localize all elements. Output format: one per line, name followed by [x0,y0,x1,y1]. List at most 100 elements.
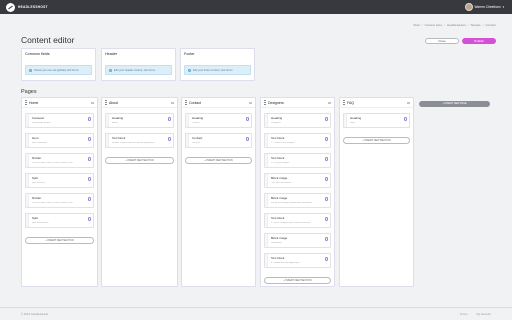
drag-handle-icon[interactable] [185,100,187,105]
header-card[interactable]: Header i Edit your header content, site f… [101,48,176,81]
gear-icon[interactable] [87,137,91,141]
drag-handle-icon[interactable] [105,100,107,105]
gear-icon[interactable] [324,117,328,121]
breadcrumb-item[interactable]: Sample [470,23,480,27]
gear-icon[interactable] [87,217,91,221]
gear-icon[interactable] [245,117,249,121]
section-card[interactable]: Divider Use this when 'Hero' is not as wi… [25,153,94,168]
section-subtitle: Dashboard [271,242,282,244]
drag-handle-icon[interactable] [343,100,345,105]
section-card[interactable]: Split Split services [25,173,94,188]
breadcrumb-item[interactable]: Content sites [425,23,443,27]
footer-card[interactable]: Footer i Edit your footer content, site f… [180,48,255,81]
section-card[interactable]: Heading Designers [264,113,331,128]
publish-button[interactable]: Publish [462,38,496,44]
section-subtitle: Hero statement [32,142,47,144]
footer-link-terms[interactable]: Terms [460,312,468,316]
column-title: Designers [268,100,284,105]
insert-section-button[interactable]: + INSERT NEW SECTION [25,237,94,244]
section-card[interactable]: Split Split testimonials [25,213,94,228]
card-title: Common fields [25,52,50,56]
more-menu-icon[interactable]: ••• [328,100,332,105]
insert-section-button[interactable]: + INSERT NEW SECTION [105,157,174,164]
info-banner: i Edit your footer content, site forms [184,65,251,75]
insert-section-button[interactable]: + INSERT NEW SECTION [264,277,331,284]
column-header: Home ••• [22,98,97,108]
footer: © 2019 HeadlessHost Terms My Account [0,307,512,320]
section-subtitle: Use this when 'Hero' is not as wide as t… [32,202,73,204]
more-menu-icon[interactable]: ••• [91,100,95,105]
gear-icon[interactable] [87,117,91,121]
more-menu-icon[interactable]: ••• [407,100,411,105]
section-title: Block image [271,176,288,180]
gear-icon[interactable] [167,137,171,141]
card-title: Header [105,52,118,56]
section-card[interactable]: Text block 4. Submit the new app/project [264,253,331,268]
common-fields-card[interactable]: Common fields i Shows you can use globall… [21,48,96,81]
section-subtitle: Designers [271,122,281,124]
section-card[interactable]: Text block Header content from the servic… [105,133,174,148]
drag-handle-icon[interactable] [25,100,27,105]
section-card[interactable]: Text block 3. Set to configure your conte… [264,213,331,228]
user-menu[interactable]: Warren Cheetham ▾ [464,3,504,11]
breadcrumb-item: Content [485,23,496,27]
section-card[interactable]: Hero Hero statement [25,133,94,148]
section-subtitle: Header content from the service agreemen… [112,142,155,144]
column-title: About [109,100,119,105]
section-card[interactable]: Block image Set up an existing content wi… [264,193,331,208]
section-card[interactable]: Text block 2. Pick your layout [264,153,331,168]
page-column-contact: Contact ••• Heading Contact Contact Get inf… [181,97,256,287]
section-subtitle: 1. Create a new website [271,142,295,144]
avatar [464,3,473,11]
breadcrumb-item[interactable]: Start [413,23,419,27]
more-menu-icon[interactable]: ••• [249,100,253,105]
gear-icon[interactable] [324,237,328,241]
info-icon: i [29,68,32,72]
user-name: Warren Cheetham [474,5,501,9]
gear-icon[interactable] [87,177,91,181]
footer-link-account[interactable]: My Account [477,312,491,316]
info-banner: i Edit your header content, site forms [105,65,172,75]
drag-handle-icon[interactable] [264,100,266,105]
gear-icon[interactable] [167,117,171,121]
brand-logo[interactable]: HEADLESSHOST [6,2,48,12]
section-subtitle: Split services [32,182,45,184]
gear-icon[interactable] [324,157,328,161]
section-card[interactable]: Divider Use this when 'Hero' is not as wi… [25,193,94,208]
section-card[interactable]: Heading Contact [185,113,252,128]
gear-icon[interactable] [87,197,91,201]
section-subtitle: Use this when 'Hero' is not as wide as t… [32,162,73,164]
section-card[interactable]: Heading FAQs [343,113,410,128]
gear-icon[interactable] [403,117,407,121]
gear-icon[interactable] [324,197,328,201]
page-column-about: About ••• Heading About Text block Header c… [101,97,178,287]
close-button[interactable]: Close [425,38,459,44]
insert-section-button[interactable]: + INSERT NEW SECTION [343,137,410,144]
gear-icon[interactable] [324,257,328,261]
gear-icon[interactable] [87,157,91,161]
insert-new-page-button[interactable]: + INSERT NEW PAGE [419,101,490,107]
insert-section-button[interactable]: + INSERT NEW SECTION [185,157,252,164]
section-card[interactable]: Block image Test your dashboard [264,173,331,188]
section-card[interactable]: Carousel Home page banner [25,113,94,128]
section-title: Text block [271,256,285,260]
section-title: Block image [271,236,288,240]
section-card[interactable]: Contact Get info [185,133,252,148]
breadcrumb-item[interactable]: HeadlessHost [447,23,466,27]
gear-icon[interactable] [324,217,328,221]
section-card[interactable]: Block image Dashboard [264,233,331,248]
section-title: Divider [32,196,42,200]
info-text: Shows you can use globally with forms [34,68,79,72]
section-title: Split [32,176,38,180]
column-title: Contact [189,100,202,105]
breadcrumb-separator: / [444,23,445,27]
brand-name: HEADLESSHOST [18,5,48,9]
more-menu-icon[interactable]: ••• [171,100,175,105]
gear-icon[interactable] [324,137,328,141]
section-card[interactable]: Text block 1. Create a new website [264,133,331,148]
gear-icon[interactable] [324,177,328,181]
gear-icon[interactable] [245,137,249,141]
section-card[interactable]: Heading About [105,113,174,128]
section-subtitle: FAQs [350,122,356,124]
section-title: Text block [271,216,285,220]
